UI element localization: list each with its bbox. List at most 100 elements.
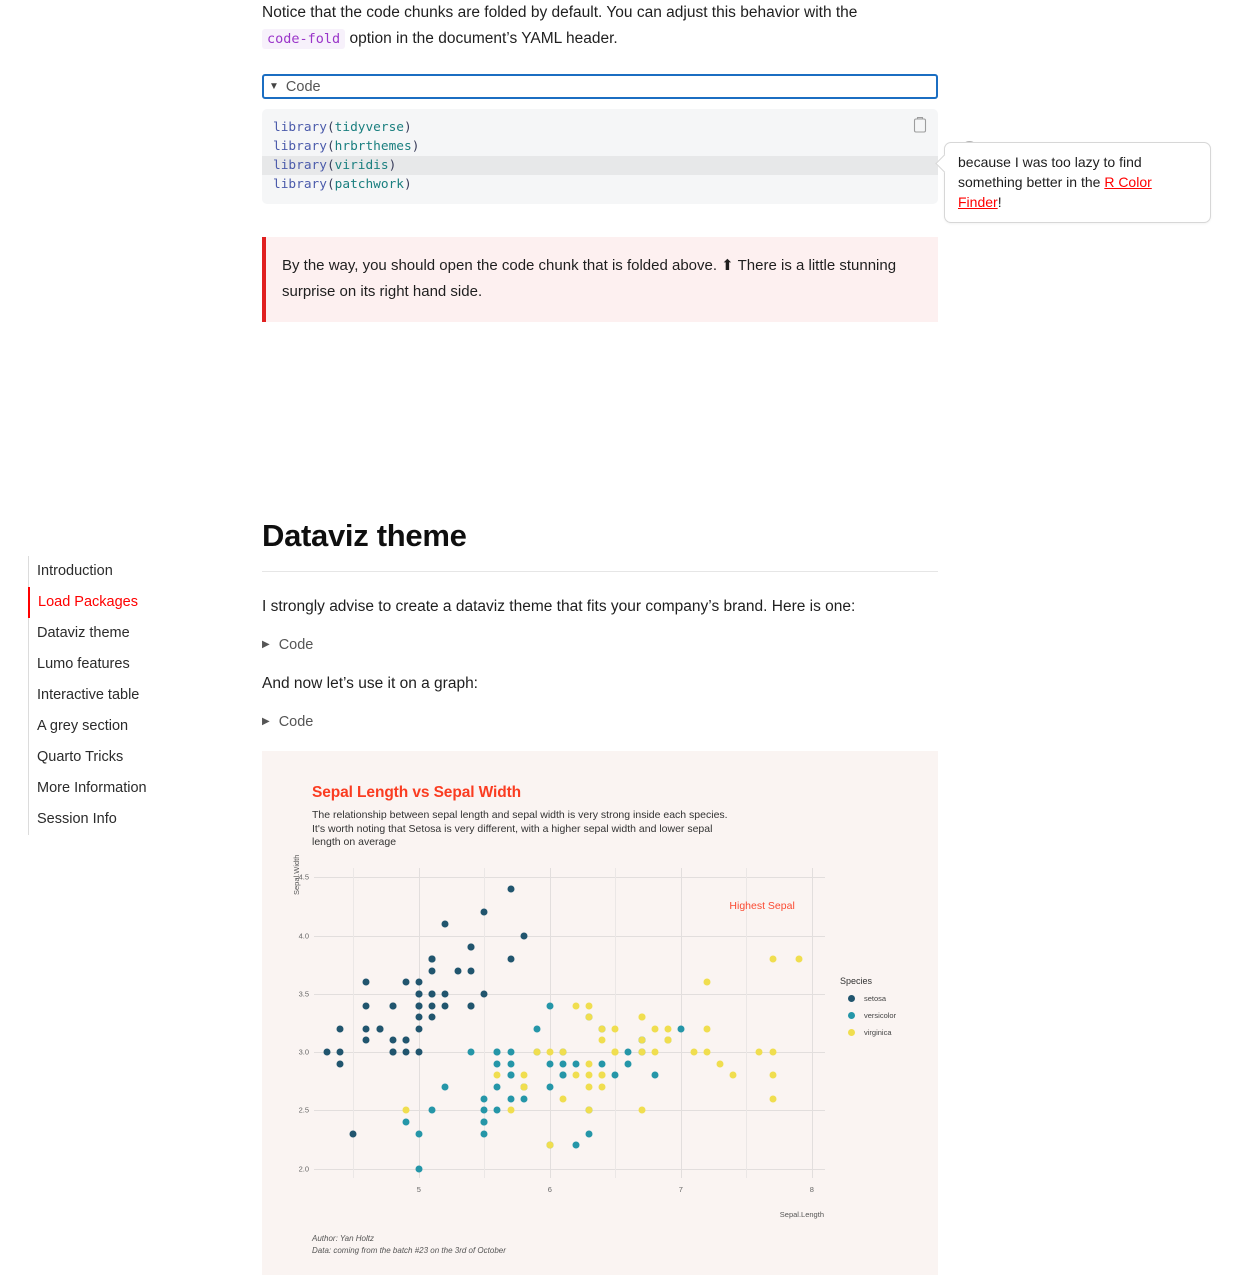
scatter-point-virginica: [559, 1048, 567, 1056]
code-line: library(patchwork): [273, 177, 412, 192]
code-fold-summary-open[interactable]: ▼ Code: [262, 74, 938, 99]
scatter-point-setosa: [389, 1002, 397, 1010]
sidebar-item-dataviz-theme[interactable]: Dataviz theme: [28, 618, 238, 649]
legend-title: Species: [840, 976, 873, 986]
scatter-point-setosa: [336, 1048, 344, 1056]
sidebar-item-label: Session Info: [37, 811, 117, 827]
scatter-point-virginica: [520, 1083, 528, 1091]
sidebar-item-more-information[interactable]: More Information: [28, 773, 238, 804]
scatter-point-virginica: [769, 1095, 777, 1103]
scatter-point-setosa: [402, 1048, 410, 1056]
legend-color-swatch: [848, 995, 855, 1002]
scatter-point-virginica: [755, 1048, 763, 1056]
scatter-point-virginica: [493, 1071, 501, 1079]
heading-divider: [262, 571, 938, 572]
scatter-point-setosa: [323, 1048, 331, 1056]
sidebar-item-introduction[interactable]: Introduction: [28, 556, 238, 587]
scatter-point-versicolor: [493, 1083, 501, 1091]
legend-label: virginica: [864, 1028, 892, 1037]
scatter-point-setosa: [480, 908, 488, 916]
scatter-point-versicolor: [585, 1130, 593, 1138]
scatter-point-setosa: [415, 978, 423, 986]
scatter-point-setosa: [428, 1013, 436, 1021]
scatter-point-virginica: [598, 1071, 606, 1079]
scatter-point-virginica: [402, 1106, 410, 1114]
scatter-point-setosa: [428, 1002, 436, 1010]
scatter-point-setosa: [415, 1025, 423, 1033]
scatter-point-versicolor: [559, 1060, 567, 1068]
gridline-vertical: [680, 868, 682, 1178]
scatter-point-virginica: [572, 1071, 580, 1079]
scatter-point-versicolor: [572, 1141, 580, 1149]
scatter-point-setosa: [520, 932, 528, 940]
legend-rows: setosa versicolor virginica: [840, 994, 896, 1037]
scatter-point-versicolor: [559, 1071, 567, 1079]
scatter-point-virginica: [769, 1071, 777, 1079]
gridline-vertical: [746, 868, 748, 1178]
code-fold-summary-closed-2[interactable]: ▶ Code: [262, 714, 938, 730]
scatter-point-versicolor: [651, 1071, 659, 1079]
scatter-point-setosa: [507, 885, 515, 893]
y-axis-tick-label: 4.0: [298, 931, 309, 941]
table-of-contents-sidebar: Introduction Load Packages Dataviz theme Lu…: [28, 556, 238, 835]
gridline-vertical: [549, 868, 551, 1178]
page-root: Introduction Load Packages Dataviz theme Lu…: [0, 0, 1250, 1275]
scatter-point-versicolor: [520, 1095, 528, 1103]
sidebar-item-label: More Information: [37, 780, 147, 796]
scatter-point-virginica: [638, 1013, 646, 1021]
sidebar-item-label: Dataviz theme: [37, 625, 130, 641]
scatter-point-virginica: [546, 1141, 554, 1149]
sidebar-item-quarto-tricks[interactable]: Quarto Tricks: [28, 742, 238, 773]
scatter-point-virginica: [769, 955, 777, 963]
scatter-point-virginica: [769, 1048, 777, 1056]
page-title-dataviz-theme: Dataviz theme: [262, 518, 467, 553]
scatter-point-versicolor: [624, 1060, 632, 1068]
scatter-point-setosa: [362, 1036, 370, 1044]
sidebar-item-lumo-features[interactable]: Lumo features: [28, 649, 238, 680]
callout-text: By the way, you should open the code chu…: [282, 257, 897, 300]
scatter-point-virginica: [611, 1025, 619, 1033]
scatter-point-setosa: [376, 1025, 383, 1033]
scatter-point-virginica: [664, 1025, 672, 1033]
chart-annotation-highest-sepal: Highest Sepal: [729, 900, 795, 913]
scatter-point-setosa: [415, 1048, 423, 1056]
chart-title: Sepal Length vs Sepal Width: [312, 784, 522, 801]
scatter-point-virginica: [585, 1002, 593, 1010]
scatter-point-virginica: [716, 1060, 724, 1068]
x-axis-tick-label: 5: [416, 1185, 421, 1194]
scatter-point-virginica: [598, 1025, 606, 1033]
scatter-point-setosa: [507, 955, 515, 963]
clipboard-icon[interactable]: [912, 116, 928, 133]
scatter-point-setosa: [336, 1025, 344, 1033]
callout-note: By the way, you should open the code chu…: [262, 237, 938, 322]
scatter-point-virginica: [795, 955, 803, 963]
scatter-point-setosa: [441, 920, 449, 928]
scatter-point-setosa: [362, 1002, 370, 1010]
scatter-point-virginica: [638, 1106, 646, 1114]
sidebar-item-interactive-table[interactable]: Interactive table: [28, 680, 238, 711]
sidebar-item-label: Introduction: [37, 563, 113, 579]
scatter-point-virginica: [638, 1048, 646, 1056]
code-fold-summary-closed-1[interactable]: ▶ Code: [262, 637, 938, 653]
code-line: library(tidyverse): [273, 120, 412, 135]
gridline-horizontal: [314, 1110, 825, 1112]
sidebar-item-load-packages[interactable]: Load Packages: [28, 587, 238, 618]
code-fold-label: Code: [285, 78, 321, 95]
intro-paragraph: Notice that the code chunks are folded b…: [262, 0, 938, 52]
scatter-point-versicolor: [467, 1048, 475, 1056]
code-line: library(viridis): [262, 156, 938, 175]
sidebar-item-label: Load Packages: [38, 594, 138, 610]
scatter-point-setosa: [415, 1002, 423, 1010]
scatter-point-setosa: [402, 978, 410, 986]
scatter-point-setosa: [415, 1013, 423, 1021]
scatter-point-setosa: [336, 1060, 344, 1068]
scatter-point-virginica: [533, 1048, 541, 1056]
gridline-vertical: [811, 868, 813, 1178]
sidebar-item-session-info[interactable]: Session Info: [28, 804, 238, 835]
scatter-point-versicolor: [493, 1048, 501, 1056]
chart-x-axis-label: Sepal.Length: [779, 1210, 824, 1219]
scatter-point-virginica: [585, 1071, 593, 1079]
scatter-point-setosa: [454, 967, 462, 975]
scatter-point-setosa: [441, 990, 449, 998]
sidebar-item-a-grey-section[interactable]: A grey section: [28, 711, 238, 742]
